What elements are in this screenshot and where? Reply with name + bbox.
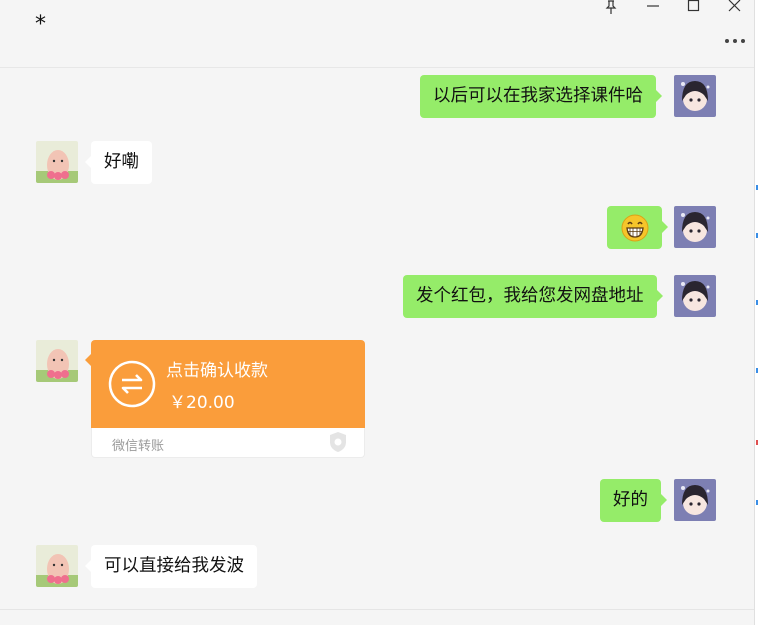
contact-avatar[interactable] bbox=[36, 141, 78, 183]
chat-title: * bbox=[35, 12, 46, 37]
message-bubble-outgoing[interactable] bbox=[607, 206, 668, 249]
transfer-card-footer: 微信转账 bbox=[91, 428, 365, 458]
transfer-arrows-icon bbox=[108, 360, 156, 408]
pin-icon[interactable] bbox=[604, 0, 618, 16]
shield-icon bbox=[328, 431, 348, 457]
close-icon[interactable] bbox=[728, 0, 742, 16]
my-avatar[interactable] bbox=[674, 75, 716, 117]
transfer-amount: ￥20.00 bbox=[169, 393, 235, 413]
transfer-card-body[interactable]: 点击确认收款 ￥20.00 bbox=[85, 340, 365, 428]
divider bbox=[0, 609, 754, 610]
message-bubble-outgoing[interactable]: 发个红包，我给您发网盘地址 bbox=[403, 275, 662, 318]
minimize-icon[interactable] bbox=[646, 0, 660, 16]
my-avatar[interactable] bbox=[674, 275, 716, 317]
message-bubble-outgoing[interactable]: 好的 bbox=[600, 479, 667, 522]
message-bubble-outgoing[interactable]: 以后可以在我家选择课件哈 bbox=[420, 75, 662, 118]
contact-avatar[interactable] bbox=[36, 340, 78, 382]
transfer-card[interactable]: 点击确认收款 ￥20.00 微信转账 bbox=[85, 340, 365, 458]
contact-avatar[interactable] bbox=[36, 545, 78, 587]
transfer-label: 微信转账 bbox=[112, 439, 165, 454]
maximize-icon[interactable] bbox=[687, 0, 701, 16]
message-bubble-incoming[interactable]: 好嘞 bbox=[85, 141, 152, 184]
side-panel-edge bbox=[754, 0, 758, 625]
grinning-face-emoji bbox=[621, 214, 648, 241]
message-bubble-incoming[interactable]: 可以直接给我发波 bbox=[85, 545, 257, 588]
my-avatar[interactable] bbox=[674, 206, 716, 248]
transfer-title: 点击确认收款 bbox=[166, 361, 268, 381]
my-avatar[interactable] bbox=[674, 479, 716, 521]
chat-header: * bbox=[0, 0, 754, 68]
more-icon[interactable] bbox=[724, 28, 746, 49]
